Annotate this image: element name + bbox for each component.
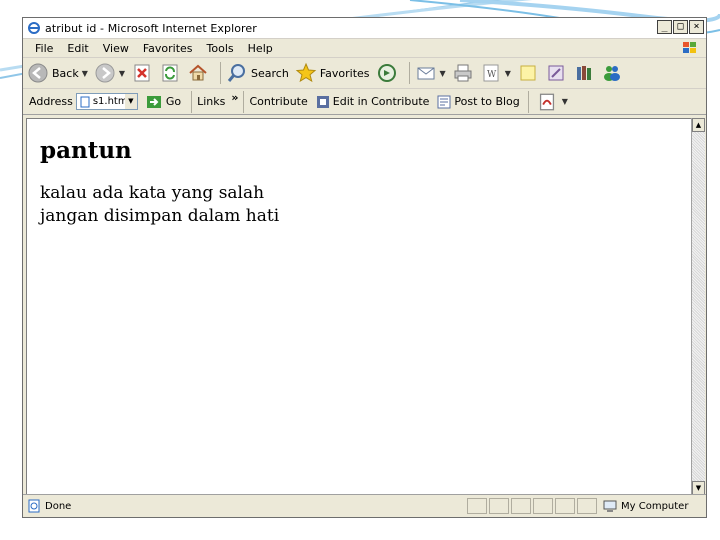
scroll-down-icon[interactable]: ▼ [692, 481, 705, 495]
svg-text:W: W [487, 70, 497, 80]
done-page-icon [28, 499, 40, 513]
go-button[interactable]: Go [146, 95, 181, 109]
back-dropdown-icon[interactable]: ▼ [82, 69, 88, 78]
home-button[interactable] [187, 62, 209, 84]
page-text-line-2: jangan disimpan dalam hati [40, 206, 280, 226]
menu-file[interactable]: File [29, 42, 59, 55]
maximize-button[interactable]: □ [673, 20, 688, 34]
status-pane [467, 498, 487, 514]
refresh-icon [162, 64, 178, 82]
links-separator [527, 90, 529, 113]
tools-button[interactable] [573, 62, 595, 84]
links-label[interactable]: Links [197, 95, 225, 108]
menu-help[interactable]: Help [242, 42, 279, 55]
toolbar-separator [220, 62, 222, 84]
go-label: Go [165, 95, 182, 108]
blog-icon [437, 95, 451, 108]
pdf-button[interactable]: ▼ [538, 93, 568, 111]
search-label: Search [251, 66, 289, 80]
links-separator [243, 90, 245, 113]
security-zone: My Computer [603, 499, 688, 513]
note-icon [520, 65, 536, 81]
status-pane [577, 498, 597, 514]
page-text-line-1: kalau ada kata yang salah [40, 183, 265, 203]
address-bar: Address s1.html ▼ Go Links » Contribute … [23, 89, 706, 115]
scroll-up-icon[interactable]: ▲ [692, 118, 705, 132]
ie-icon [28, 22, 40, 34]
title-bar: atribut id - Microsoft Internet Explorer… [23, 18, 706, 39]
status-pane [489, 498, 509, 514]
back-label: Back [52, 66, 79, 80]
books-icon [576, 66, 591, 80]
computer-icon [603, 500, 617, 512]
forward-button[interactable]: ▼ [94, 62, 125, 84]
status-text: Done [45, 500, 72, 512]
status-pane [533, 498, 553, 514]
favorites-label: Favorites [319, 66, 370, 80]
vertical-scrollbar[interactable]: ▲ ▼ [691, 118, 705, 495]
page-content: pantun kalau ada kata yang salah jangan … [26, 118, 692, 495]
menu-favorites[interactable]: Favorites [137, 42, 199, 55]
page-heading: pantun [40, 137, 132, 164]
status-pane [511, 498, 531, 514]
messenger-button[interactable] [601, 62, 623, 84]
address-separator [191, 90, 193, 113]
favorites-button[interactable]: Favorites [295, 62, 370, 84]
refresh-button[interactable] [159, 62, 181, 84]
address-dropdown-icon[interactable]: ▼ [124, 94, 137, 109]
zone-label: My Computer [621, 500, 689, 512]
edit-dropdown-icon[interactable]: ▼ [505, 69, 511, 78]
menu-tools[interactable]: Tools [201, 42, 240, 55]
edit-in-contribute-label: Edit in Contribute [332, 95, 430, 108]
search-icon [227, 64, 246, 82]
forward-dropdown-icon[interactable]: ▼ [119, 69, 125, 78]
menu-bar: File Edit View Favorites Tools Help [23, 39, 706, 58]
standard-toolbar: Back ▼ ▼ Search Favorites ▼ W ▼ [23, 58, 706, 89]
pdf-dropdown-icon[interactable]: ▼ [562, 97, 568, 106]
research-icon [548, 65, 564, 81]
pdf-icon [539, 93, 554, 110]
links-chevron[interactable]: » [231, 91, 238, 104]
search-button[interactable]: Search [226, 62, 289, 84]
messenger-edit-button[interactable] [545, 62, 567, 84]
edit-button[interactable]: W ▼ [480, 62, 511, 84]
toolbar-separator [408, 62, 410, 84]
post-to-blog-label: Post to Blog [454, 95, 520, 108]
post-to-blog-link[interactable]: Post to Blog [437, 95, 520, 109]
window-title: atribut id - Microsoft Internet Explorer [45, 21, 257, 35]
media-button[interactable] [376, 62, 398, 84]
browser-window: atribut id - Microsoft Internet Explorer… [22, 17, 707, 518]
stop-button[interactable] [131, 62, 153, 84]
discuss-button[interactable] [517, 62, 539, 84]
stop-icon [134, 64, 150, 82]
go-arrow-icon [146, 95, 161, 108]
menu-edit[interactable]: Edit [61, 42, 94, 55]
page-icon [80, 96, 90, 107]
mail-button[interactable]: ▼ [415, 62, 446, 84]
status-pane [555, 498, 575, 514]
print-button[interactable] [452, 62, 474, 84]
forward-arrow-icon [95, 63, 115, 83]
address-label: Address [29, 95, 73, 108]
edit-in-contribute-link[interactable]: Edit in Contribute [316, 95, 430, 109]
messenger-icon [603, 66, 620, 81]
mail-dropdown-icon[interactable]: ▼ [440, 69, 446, 78]
windows-logo-icon [683, 42, 696, 53]
media-icon [377, 64, 396, 82]
mail-icon [417, 67, 435, 80]
contribute-icon [316, 95, 329, 108]
back-arrow-icon [28, 63, 48, 83]
home-icon [189, 64, 207, 81]
word-edit-icon: W [483, 64, 499, 82]
contribute-link[interactable]: Contribute [249, 95, 307, 108]
minimize-button[interactable]: _ [657, 20, 672, 34]
address-input[interactable]: s1.html ▼ [75, 93, 138, 110]
close-button[interactable]: × [689, 20, 704, 34]
print-icon [454, 64, 472, 82]
menu-view[interactable]: View [97, 42, 135, 55]
back-button[interactable]: Back ▼ [27, 62, 88, 84]
status-bar: Done My Computer [23, 494, 706, 517]
favorites-star-icon [295, 62, 317, 83]
